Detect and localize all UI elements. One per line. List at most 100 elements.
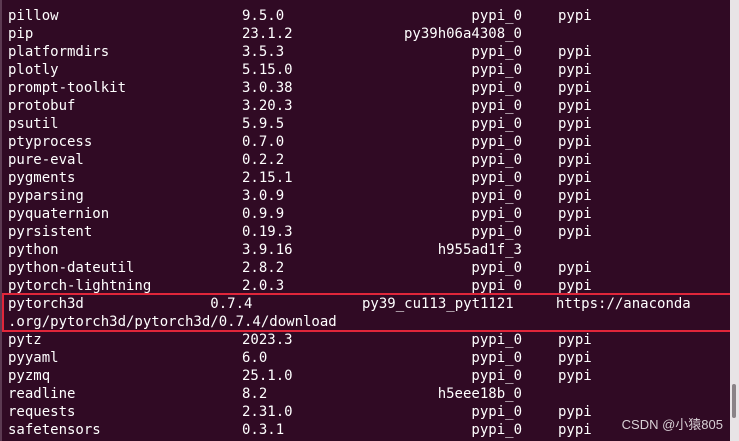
package-channel: pypi xyxy=(558,404,592,420)
package-name: plotly xyxy=(8,62,59,78)
package-row: prompt-toolkit 3.0.38 pypi_0 pypi xyxy=(2,79,732,97)
package-row: pytorch-lightning 2.0.3 pypi_0 pypi xyxy=(2,277,732,295)
package-row: pyrsistent 0.19.3 pypi_0 pypi xyxy=(2,223,732,241)
package-build: pypi_0 xyxy=(471,116,522,132)
package-row: psutil 5.9.5 pypi_0 pypi xyxy=(2,115,732,133)
watermark: CSDN @小猿805 xyxy=(621,417,723,432)
package-name: python-dateutil xyxy=(8,260,135,276)
package-name: pyquaternion xyxy=(8,206,110,222)
package-row: pygments 2.15.1 pypi_0 pypi xyxy=(2,169,732,187)
scrollbar[interactable] xyxy=(730,0,739,441)
package-name: pytorch-lightning xyxy=(8,278,152,294)
package-row: platformdirs 3.5.3 pypi_0 pypi xyxy=(2,43,732,61)
package-version: 3.0.38 xyxy=(242,80,293,96)
package-channel: pypi xyxy=(558,152,592,168)
package-row: pyparsing 3.0.9 pypi_0 pypi xyxy=(2,187,732,205)
package-build: pypi_0 xyxy=(471,98,522,114)
package-row: protobuf 3.20.3 pypi_0 pypi xyxy=(2,97,732,115)
package-channel: pypi xyxy=(558,134,592,150)
package-build: pypi_0 xyxy=(471,62,522,78)
package-version: 5.15.0 xyxy=(242,62,293,78)
package-version: 0.3.1 xyxy=(242,422,285,438)
package-channel: pypi xyxy=(558,44,592,60)
package-name: pygments xyxy=(8,170,76,186)
highlighted-text-2: .org/pytorch3d/pytorch3d/0.7.4/download xyxy=(8,314,337,330)
package-row: pytz 2023.3 pypi_0 pypi xyxy=(2,331,732,349)
package-row: pure-eval 0.2.2 pypi_0 pypi xyxy=(2,151,732,169)
package-version: 5.9.5 xyxy=(242,116,285,132)
package-build: pypi_0 xyxy=(471,206,522,222)
package-name: prompt-toolkit xyxy=(8,80,127,96)
package-version: 0.2.2 xyxy=(242,152,285,168)
package-channel: pypi xyxy=(558,62,592,78)
package-name: pyzmq xyxy=(8,368,51,384)
package-name: pure-eval xyxy=(8,152,84,168)
package-version: 2.8.2 xyxy=(242,260,285,276)
package-version: 0.7.0 xyxy=(242,134,285,150)
terminal-output[interactable]: pillow 9.5.0 pypi_0 pypi pip 23.1.2 py39h06a43… xyxy=(0,0,732,441)
package-version: 23.1.2 xyxy=(242,26,293,42)
package-name: psutil xyxy=(8,116,59,132)
package-row: python-dateutil 2.8.2 pypi_0 pypi xyxy=(2,259,732,277)
package-channel: pypi xyxy=(558,206,592,222)
package-build: pypi_0 xyxy=(471,8,522,24)
package-build: h955ad1f_3 xyxy=(437,242,522,258)
package-channel: pypi xyxy=(558,350,592,366)
package-channel: pypi xyxy=(558,224,592,240)
package-version: 2.15.1 xyxy=(242,170,293,186)
package-version: 3.0.9 xyxy=(242,188,285,204)
package-version: 25.1.0 xyxy=(242,368,293,384)
package-name: pyparsing xyxy=(8,188,84,204)
package-build: pypi_0 xyxy=(471,278,522,294)
package-version: 6.0 xyxy=(242,350,268,366)
package-channel: pypi xyxy=(558,80,592,96)
package-row: readline 8.2 h5eee18b_0 xyxy=(2,385,732,403)
package-version: 0.19.3 xyxy=(242,224,293,240)
package-name: ptyprocess xyxy=(8,134,93,150)
package-row: ptyprocess 0.7.0 pypi_0 pypi xyxy=(2,133,732,151)
package-row: pyyaml 6.0 pypi_0 pypi xyxy=(2,349,732,367)
package-row: pillow 9.5.0 pypi_0 pypi xyxy=(2,7,732,25)
package-name: platformdirs xyxy=(8,44,110,60)
package-version: 3.5.3 xyxy=(242,44,285,60)
package-build: pypi_0 xyxy=(471,170,522,186)
package-name: protobuf xyxy=(8,98,76,114)
package-name: pillow xyxy=(8,8,59,24)
package-build: pypi_0 xyxy=(471,422,522,438)
package-row: pyzmq 25.1.0 pypi_0 pypi xyxy=(2,367,732,385)
package-row: pyquaternion 0.9.9 pypi_0 pypi xyxy=(2,205,732,223)
package-build: py39h06a4308_0 xyxy=(403,26,522,42)
package-channel: pypi xyxy=(558,170,592,186)
package-row: python 3.9.16 h955ad1f_3 xyxy=(2,241,732,259)
package-name: pyrsistent xyxy=(8,224,93,240)
package-channel: pypi xyxy=(558,8,592,24)
package-build: h5eee18b_0 xyxy=(437,386,522,402)
package-version: 8.2 xyxy=(242,386,268,402)
package-version: 2.0.3 xyxy=(242,278,285,294)
package-name: readline xyxy=(8,386,76,402)
scrollbar-thumb[interactable] xyxy=(732,384,736,418)
package-channel: pypi xyxy=(558,422,592,438)
package-channel: pypi xyxy=(558,332,592,348)
package-channel: pypi xyxy=(558,188,592,204)
package-name: python xyxy=(8,242,59,258)
package-version: 9.5.0 xyxy=(242,8,285,24)
highlighted-line-1: pytorch3d 0.7.4 py39_cu113_pyt1121 https… xyxy=(2,295,732,313)
package-build: pypi_0 xyxy=(471,350,522,366)
package-build: pypi_0 xyxy=(471,152,522,168)
package-name: pip xyxy=(8,26,34,42)
package-channel: pypi xyxy=(558,368,592,384)
package-build: pypi_0 xyxy=(471,368,522,384)
package-build: pypi_0 xyxy=(471,80,522,96)
package-row: pip 23.1.2 py39h06a4308_0 xyxy=(2,25,732,43)
package-version: 3.20.3 xyxy=(242,98,293,114)
package-build: pypi_0 xyxy=(471,224,522,240)
package-version: 0.9.9 xyxy=(242,206,285,222)
package-version: 2.31.0 xyxy=(242,404,293,420)
package-row: plotly 5.15.0 pypi_0 pypi xyxy=(2,61,732,79)
package-name: requests xyxy=(8,404,76,420)
package-name: safetensors xyxy=(8,422,101,438)
package-channel: pypi xyxy=(558,260,592,276)
package-version: 3.9.16 xyxy=(242,242,293,258)
package-channel: pypi xyxy=(558,278,592,294)
